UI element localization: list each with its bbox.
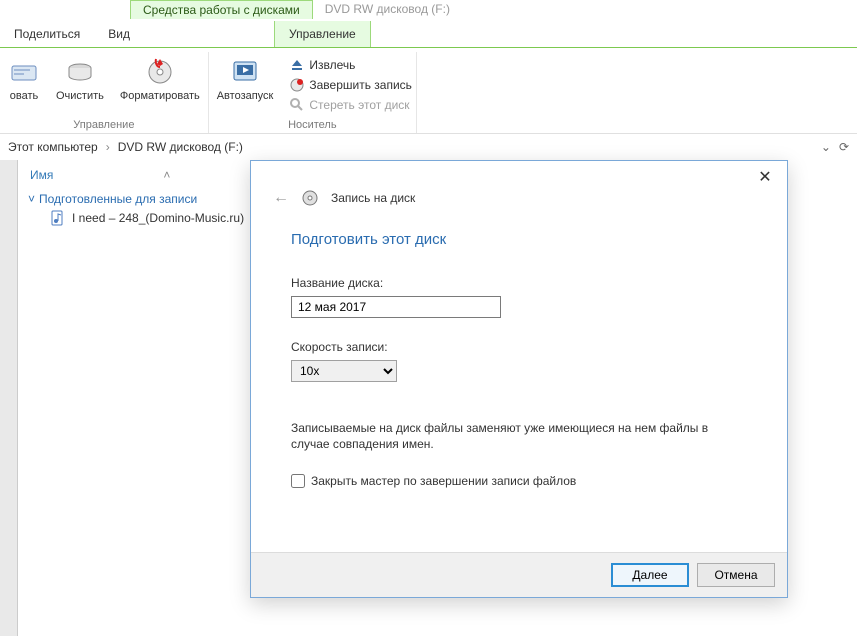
rename-button[interactable]: овать [4, 54, 44, 104]
rename-label: овать [10, 90, 38, 102]
autorun-button[interactable]: Автозапуск [213, 54, 278, 104]
burn-speed-label: Скорость записи: [291, 340, 747, 354]
disc-name-label: Название диска: [291, 276, 747, 290]
format-icon [144, 56, 176, 88]
burn-disc-dialog: ✕ ← Запись на диск Подготовить этот диск… [250, 160, 788, 598]
chevron-right-icon: › [106, 140, 110, 154]
context-tab-disc-tools[interactable]: Средства работы с дисками [130, 0, 313, 19]
finalize-button[interactable]: Завершить запись [289, 76, 412, 94]
breadcrumb-root[interactable]: Этот компьютер [8, 140, 98, 154]
tab-share[interactable]: Поделиться [0, 21, 94, 47]
finalize-label: Завершить запись [309, 78, 412, 92]
arrow-left-icon: ← [273, 189, 289, 206]
overwrite-note: Записываемые на диск файлы заменяют уже … [291, 420, 747, 452]
close-button[interactable]: ✕ [749, 165, 781, 189]
close-wizard-label: Закрыть мастер по завершении записи файл… [311, 474, 576, 488]
burn-speed-select[interactable]: 10x [291, 360, 397, 382]
disc-name-input[interactable] [291, 296, 501, 318]
breadcrumb[interactable]: Этот компьютер › DVD RW дисковод (F:) ⌄ … [0, 134, 857, 160]
clear-label: Очистить [56, 90, 104, 102]
cancel-button[interactable]: Отмена [697, 563, 775, 587]
rename-icon [8, 56, 40, 88]
tab-view[interactable]: Вид [94, 21, 144, 47]
chevron-down-icon: ˅ [28, 192, 35, 206]
chevron-down-icon[interactable]: ⌄ [821, 140, 831, 154]
back-button[interactable]: ← [273, 189, 289, 207]
format-button[interactable]: Форматировать [116, 54, 204, 104]
disc-icon [301, 189, 319, 207]
erase-icon [289, 97, 305, 113]
file-group-label: Подготовленные для записи [39, 192, 197, 206]
file-name: I need – 248_(Domino-Music.ru) [72, 211, 244, 225]
eject-button[interactable]: Извлечь [289, 56, 412, 74]
ribbon: овать Очистить Форматировать Управление … [0, 48, 857, 134]
autorun-label: Автозапуск [217, 90, 274, 102]
tab-manage[interactable]: Управление [274, 21, 371, 47]
dialog-heading: Подготовить этот диск [291, 231, 747, 248]
close-wizard-row[interactable]: Закрыть мастер по завершении записи файл… [291, 474, 747, 488]
ribbon-group-media-label: Носитель [288, 117, 337, 133]
format-label: Форматировать [120, 90, 200, 102]
nav-pane-stub[interactable] [0, 160, 18, 636]
next-button[interactable]: Далее [611, 563, 689, 587]
autorun-icon [229, 56, 261, 88]
context-title: DVD RW дисковод (F:) [325, 0, 450, 18]
erase-button[interactable]: Стереть этот диск [289, 96, 412, 114]
finalize-icon [289, 77, 305, 93]
clear-icon [64, 56, 96, 88]
eject-icon [289, 57, 305, 73]
column-header-name[interactable]: Имя [30, 168, 53, 182]
dialog-header-title: Запись на диск [331, 191, 415, 205]
ribbon-group-manage-label: Управление [73, 117, 134, 133]
audio-file-icon [50, 210, 66, 226]
sort-indicator-icon: ˄ [163, 168, 170, 182]
close-icon: ✕ [758, 167, 771, 187]
close-wizard-checkbox[interactable] [291, 474, 305, 488]
clear-button[interactable]: Очистить [52, 54, 108, 104]
breadcrumb-leaf[interactable]: DVD RW дисковод (F:) [118, 140, 243, 154]
erase-label: Стереть этот диск [309, 98, 409, 112]
refresh-icon[interactable]: ⟳ [839, 140, 849, 154]
eject-label: Извлечь [309, 58, 355, 72]
